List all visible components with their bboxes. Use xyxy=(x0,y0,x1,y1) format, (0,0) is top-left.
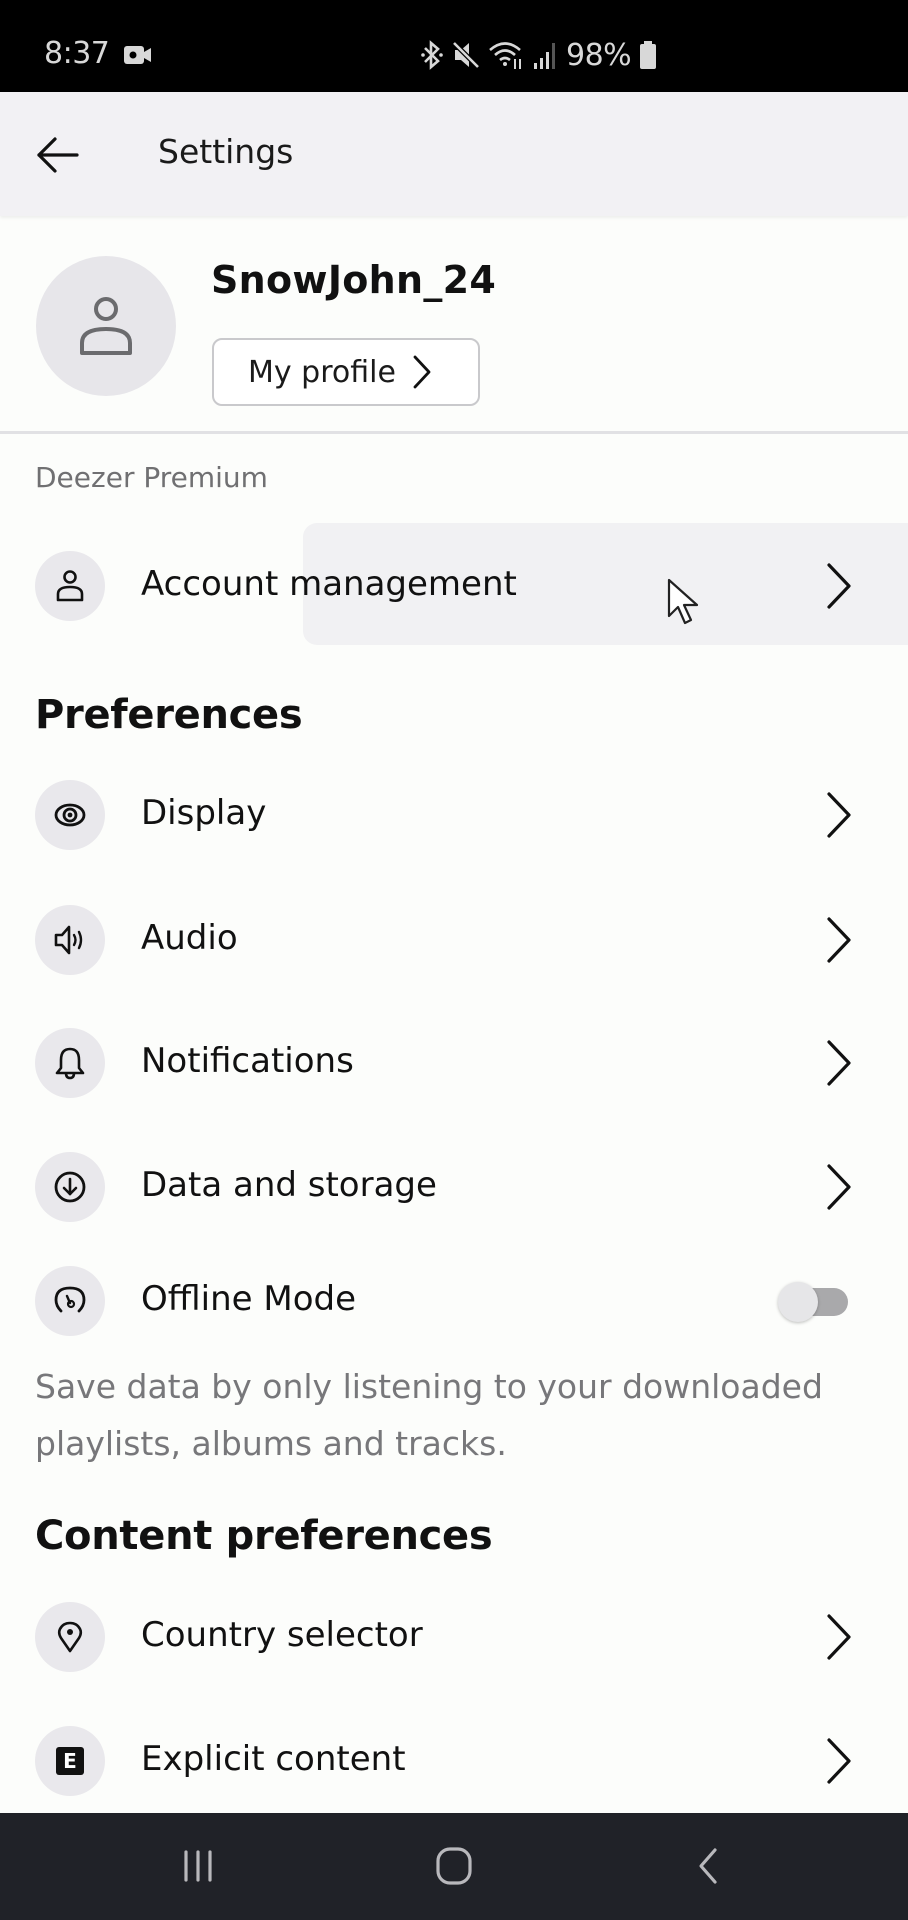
system-nav-bar xyxy=(0,1813,908,1920)
explicit-icon: E xyxy=(56,1747,84,1775)
app-header: Settings xyxy=(0,92,908,216)
icon-circle xyxy=(35,1152,105,1222)
row-label: Offline Mode xyxy=(141,1279,356,1319)
row-label: Notifications xyxy=(141,1041,354,1081)
row-label: Country selector xyxy=(141,1615,423,1655)
avatar[interactable] xyxy=(36,256,176,396)
chevron-right-icon xyxy=(827,917,851,963)
row-label: Audio xyxy=(141,918,238,958)
username: SnowJohn_24 xyxy=(211,258,497,302)
icon-circle xyxy=(35,1602,105,1672)
status-time: 8:37 xyxy=(44,36,110,71)
display-row[interactable]: Display xyxy=(0,760,908,870)
location-pin-icon xyxy=(57,1621,83,1653)
notifications-row[interactable]: Notifications xyxy=(0,1008,908,1118)
offline-mode-description: Save data by only listening to your down… xyxy=(35,1367,823,1463)
chevron-right-icon xyxy=(827,563,851,609)
offline-gauge-icon xyxy=(54,1286,86,1313)
my-profile-label: My profile xyxy=(248,354,396,390)
icon-circle xyxy=(35,905,105,975)
chevron-left-icon xyxy=(699,1848,717,1884)
row-label: Display xyxy=(141,793,267,833)
speaker-icon xyxy=(54,925,83,955)
battery-icon xyxy=(640,41,657,69)
row-label: Explicit content xyxy=(141,1739,406,1779)
home-button[interactable] xyxy=(424,1841,484,1891)
section-heading-preferences: Preferences xyxy=(35,692,303,738)
mute-icon xyxy=(452,41,480,69)
recent-apps-button[interactable] xyxy=(168,1841,228,1891)
bell-icon xyxy=(55,1047,85,1080)
chevron-right-icon xyxy=(413,355,431,389)
chevron-right-icon xyxy=(827,1614,851,1660)
mouse-cursor-icon xyxy=(667,578,699,625)
icon-circle xyxy=(35,1028,105,1098)
offline-mode-row: Offline Mode xyxy=(0,1246,908,1356)
icon-circle: E xyxy=(35,1726,105,1796)
back-button[interactable] xyxy=(30,130,84,180)
account-management-row[interactable]: Account management xyxy=(0,531,908,641)
chevron-right-icon xyxy=(827,1040,851,1086)
row-label: Data and storage xyxy=(141,1165,437,1205)
icon-circle xyxy=(35,1266,105,1336)
wifi-icon xyxy=(489,42,521,69)
offline-mode-toggle[interactable] xyxy=(778,1282,850,1322)
status-icons: 98% xyxy=(420,37,657,73)
my-profile-button[interactable]: My profile xyxy=(212,338,480,406)
download-icon xyxy=(54,1171,86,1203)
icon-circle xyxy=(35,780,105,850)
recent-apps-icon xyxy=(184,1850,212,1882)
explicit-icon-glyph: E xyxy=(63,1749,77,1773)
signal-icon xyxy=(534,43,555,69)
home-icon xyxy=(436,1847,472,1885)
divider xyxy=(0,431,908,434)
section-label-premium: Deezer Premium xyxy=(35,461,268,494)
system-back-button[interactable] xyxy=(678,1841,738,1891)
country-selector-row[interactable]: Country selector xyxy=(0,1582,908,1692)
user-icon xyxy=(56,570,84,602)
page-title: Settings xyxy=(158,132,294,171)
chevron-right-icon xyxy=(827,1738,851,1784)
bluetooth-icon xyxy=(421,40,443,70)
arrow-left-icon xyxy=(37,137,79,173)
section-heading-content-preferences: Content preferences xyxy=(35,1513,493,1559)
data-and-storage-row[interactable]: Data and storage xyxy=(0,1132,908,1242)
icon-circle xyxy=(35,551,105,621)
status-bar: 8:37 98% xyxy=(0,0,908,92)
user-icon xyxy=(80,297,132,355)
audio-row[interactable]: Audio xyxy=(0,885,908,995)
row-label: Account management xyxy=(141,564,517,604)
eye-icon xyxy=(54,803,86,827)
toggle-thumb xyxy=(778,1282,818,1322)
video-recording-icon xyxy=(124,46,151,64)
explicit-content-row[interactable]: E Explicit content xyxy=(0,1706,908,1816)
battery-percent: 98% xyxy=(566,37,632,73)
chevron-right-icon xyxy=(827,792,851,838)
chevron-right-icon xyxy=(827,1164,851,1210)
